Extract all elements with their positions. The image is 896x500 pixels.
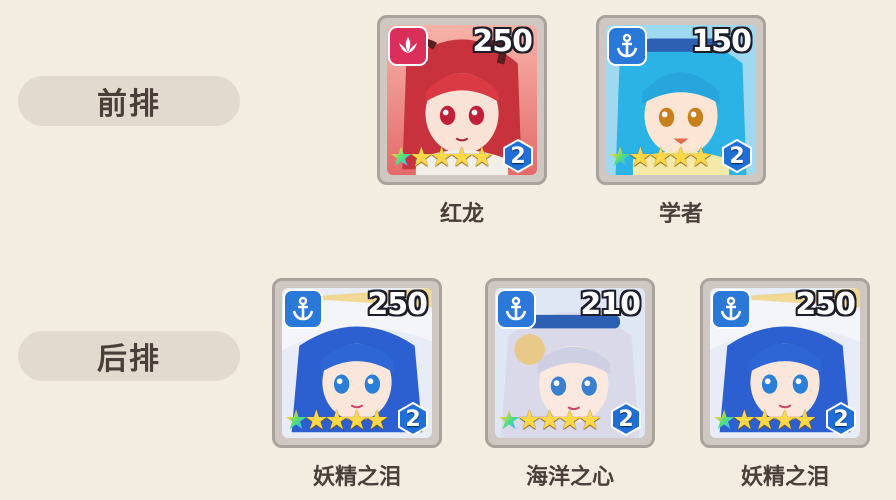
faction-badge <box>607 26 647 66</box>
power-value: 210 <box>580 287 641 322</box>
level-badge: 2 <box>501 139 535 173</box>
level-value: 2 <box>618 406 634 432</box>
power-value: 250 <box>795 287 856 322</box>
faction-badge <box>496 289 536 329</box>
star-rating: ★ ★ ★ ★ ★ <box>712 407 817 435</box>
star-rating: ★ ★ ★ ★ ★ <box>608 144 713 172</box>
hero-card-fairy-tear[interactable]: 250 ★ ★ ★ ★ ★ 2 <box>700 278 870 448</box>
hero-name: 海洋之心 <box>525 465 614 490</box>
back-row-label: 后排 <box>18 331 240 381</box>
level-value: 2 <box>729 143 745 169</box>
hero-card-fairy-tear[interactable]: 250 ★ ★ ★ ★ ★ 2 <box>272 278 442 448</box>
star-icon: ★ <box>792 405 818 436</box>
level-badge: 2 <box>720 139 754 173</box>
faction-badge <box>283 289 323 329</box>
hero-name: 妖精之泪 <box>740 465 829 490</box>
power-value: 250 <box>367 287 428 322</box>
hero-card-scholar[interactable]: 150 ★ ★ ★ ★ ★ 2 <box>596 15 766 185</box>
faction-badge <box>711 289 751 329</box>
hero-name: 妖精之泪 <box>312 465 401 490</box>
level-value: 2 <box>833 406 849 432</box>
front-row-label: 前排 <box>18 76 240 126</box>
power-value: 150 <box>691 24 752 59</box>
hero-name: 红龙 <box>439 202 484 227</box>
anchor-icon <box>292 296 314 321</box>
hero-card-heart-of-ocean[interactable]: 210 ★ ★ ★ ★ ★ 2 <box>485 278 655 448</box>
star-rating: ★ ★ ★ ★ ★ <box>284 407 389 435</box>
level-value: 2 <box>510 143 526 169</box>
faction-badge <box>388 26 428 66</box>
level-value: 2 <box>405 406 421 432</box>
anchor-icon <box>720 296 742 321</box>
anchor-icon <box>505 296 527 321</box>
level-badge: 2 <box>396 402 430 436</box>
hero-name: 学者 <box>658 202 703 227</box>
power-value: 250 <box>472 24 533 59</box>
anchor-icon <box>616 33 638 58</box>
star-icon: ★ <box>688 142 714 173</box>
star-rating: ★ ★ ★ ★ ★ <box>389 144 494 172</box>
lotus-icon <box>399 37 417 53</box>
hero-card-red-dragon[interactable]: 250 ★ ★ ★ ★ ★ 2 <box>377 15 547 185</box>
star-icon: ★ <box>469 142 495 173</box>
star-icon: ★ <box>364 405 390 436</box>
level-badge: 2 <box>824 402 858 436</box>
star-icon: ★ <box>577 405 603 436</box>
star-rating: ★ ★ ★ ★ ★ <box>497 407 602 435</box>
level-badge: 2 <box>609 402 643 436</box>
